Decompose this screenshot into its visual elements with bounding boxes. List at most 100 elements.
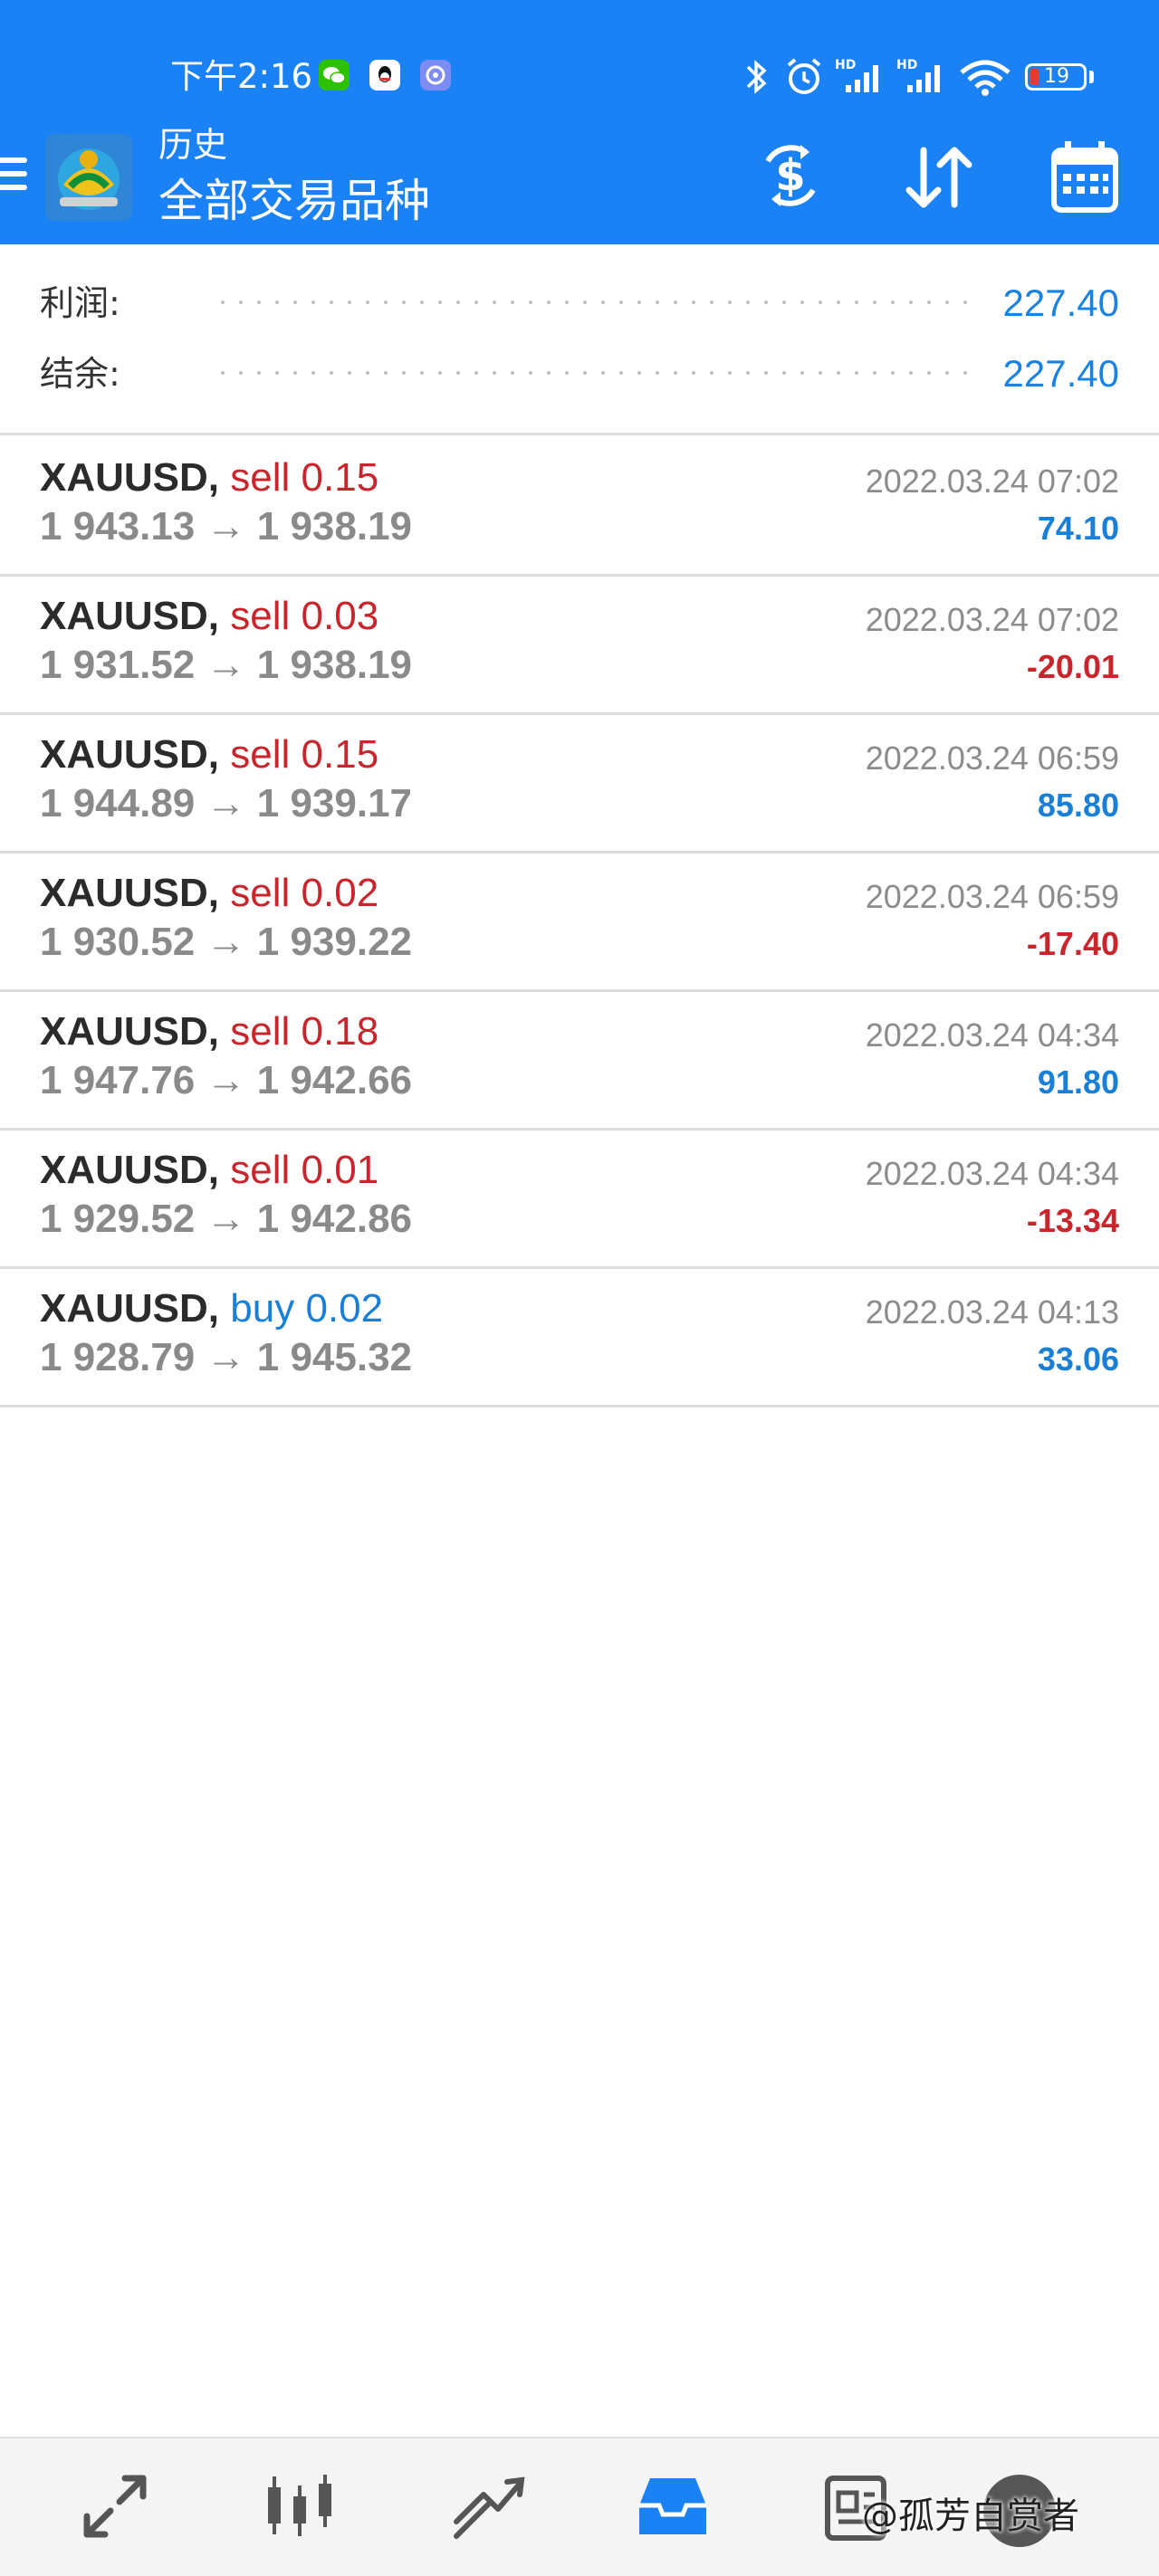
history-icon[interactable] [632,2466,714,2547]
trade-volume: 0.02 [305,1286,384,1331]
arrow-right-icon: → [206,781,246,825]
trade-row[interactable]: XAUUSD, sell 0.18 1 947.76 → 1 942.66 20… [0,992,1159,1131]
trade-prices: 1 947.76 → 1 942.66 [40,1054,412,1108]
trade-time: 2022.03.24 07:02 [865,463,1119,500]
close-price: 1 942.66 [256,1058,413,1102]
metatrader-logo [45,134,132,221]
svg-text:HD: HD [835,58,856,72]
arrow-right-icon: → [206,1197,246,1241]
trade-side: sell [230,871,291,915]
wechat-icon [319,60,350,91]
trade-symbol: XAUUSD, [40,455,220,500]
profit-value: 227.40 [1002,281,1119,324]
balance-row: 结余: 227.40 [0,342,1159,405]
open-price: 1 943.13 [40,504,196,549]
battery-icon: 19 [1025,63,1087,91]
signal-hd-icon: HD [896,58,940,92]
trade-side: buy [230,1286,295,1331]
open-price: 1 947.76 [40,1058,196,1102]
trade-prices: 1 929.52 → 1 942.86 [40,1192,412,1246]
arrow-right-icon: → [206,1058,246,1102]
currency-exchange-icon[interactable]: $ [750,134,831,217]
trade-symbol: XAUUSD, [40,1148,220,1192]
trade-symbol: XAUUSD, [40,871,220,915]
sort-icon[interactable] [900,134,978,217]
open-price: 1 931.52 [40,643,196,687]
trade-header: XAUUSD, sell 0.18 [40,1005,378,1059]
arrow-right-icon: → [206,1335,246,1379]
trade-symbol: XAUUSD, [40,1286,220,1331]
close-price: 1 938.19 [256,504,413,549]
trade-side: sell [230,455,291,500]
trade-volume: 0.02 [301,871,379,915]
trade-time: 2022.03.24 04:34 [865,1155,1119,1192]
trade-side: sell [230,1009,291,1054]
trade-row[interactable]: XAUUSD, sell 0.02 1 930.52 → 1 939.22 20… [0,854,1159,992]
trade-header: XAUUSD, sell 0.03 [40,589,378,644]
trade-time: 2022.03.24 07:02 [865,601,1119,638]
close-price: 1 938.19 [256,643,413,687]
open-price: 1 944.89 [40,781,196,825]
bluetooth-icon [746,60,767,94]
close-price: 1 939.22 [256,920,413,964]
header-subtitle: 历史 [158,125,228,165]
trade-symbol: XAUUSD, [40,594,220,638]
balance-value: 227.40 [1002,352,1119,395]
trade-header: XAUUSD, sell 0.01 [40,1143,378,1197]
trade-header: XAUUSD, sell 0.15 [40,451,378,505]
trade-profit: 33.06 [1037,1340,1119,1378]
trade-row[interactable]: XAUUSD, sell 0.15 1 943.13 → 1 938.19 20… [0,438,1159,577]
trade-header: XAUUSD, sell 0.02 [40,866,378,921]
trade-prices: 1 930.52 → 1 939.22 [40,915,412,969]
trade-prices: 1 944.89 → 1 939.17 [40,777,412,831]
dotted-leader [214,301,969,304]
open-price: 1 930.52 [40,920,196,964]
trade-profit: 91.80 [1037,1064,1119,1101]
svg-text:HD: HD [896,58,917,72]
trade-profit: -20.01 [1026,648,1119,685]
trade-side: sell [230,594,291,638]
trade-profit: -13.34 [1026,1202,1119,1239]
open-price: 1 929.52 [40,1197,196,1241]
trade-side: sell [230,1148,291,1192]
profit-label: 利润: [40,283,120,323]
menu-icon[interactable] [0,157,27,201]
trade-side: sell [230,732,291,777]
open-price: 1 928.79 [40,1335,196,1379]
trade-time: 2022.03.24 04:34 [865,1016,1119,1054]
trade-symbol: XAUUSD, [40,1009,220,1054]
trade-prices: 1 943.13 → 1 938.19 [40,500,412,554]
trade-volume: 0.18 [301,1009,379,1054]
arrow-right-icon: → [206,643,246,687]
alarm-icon [787,58,821,94]
trade-header: XAUUSD, sell 0.15 [40,728,378,782]
trade-row[interactable]: XAUUSD, buy 0.02 1 928.79 → 1 945.32 202… [0,1269,1159,1407]
profit-row: 利润: 227.40 [0,272,1159,335]
trade-prices: 1 931.52 → 1 938.19 [40,638,412,692]
dotted-leader [214,371,969,375]
trade-icon[interactable] [447,2466,529,2547]
trade-row[interactable]: XAUUSD, sell 0.15 1 944.89 → 1 939.17 20… [0,715,1159,854]
qq-icon [369,60,400,91]
battery-cap [1089,71,1094,83]
close-price: 1 945.32 [256,1335,413,1379]
trade-time: 2022.03.24 06:59 [865,739,1119,777]
close-price: 1 942.86 [256,1197,413,1241]
chart-icon[interactable] [259,2466,340,2547]
trade-volume: 0.15 [301,732,379,777]
battery-level: 19 [1044,65,1069,88]
arrow-right-icon: → [206,920,246,964]
trade-row[interactable]: XAUUSD, sell 0.03 1 931.52 → 1 938.19 20… [0,577,1159,715]
arrow-right-icon: → [206,504,246,549]
trade-profit: 74.10 [1037,510,1119,547]
calendar-icon[interactable] [1049,134,1121,217]
balance-label: 结余: [40,354,120,394]
trade-prices: 1 928.79 → 1 945.32 [40,1331,412,1385]
watermark-text: @孤芳自赏者 [862,2495,1079,2537]
header-title[interactable]: 全部交易品种 [158,172,430,230]
close-price: 1 939.17 [256,781,413,825]
quotes-icon[interactable] [74,2466,156,2547]
trade-profit: -17.40 [1026,925,1119,962]
trade-row[interactable]: XAUUSD, sell 0.01 1 929.52 → 1 942.86 20… [0,1131,1159,1269]
status-time: 下午2:16 [170,57,313,96]
